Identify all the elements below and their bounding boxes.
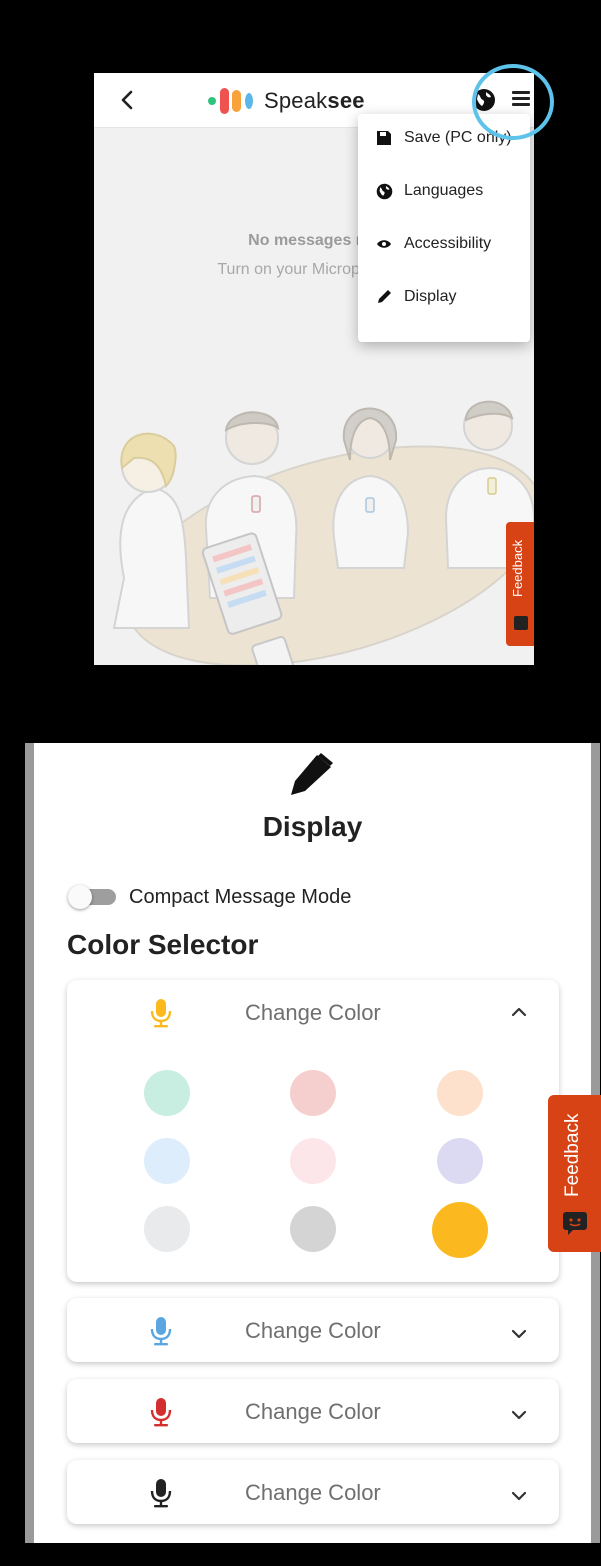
menu-item-languages[interactable]: Languages [358, 171, 530, 211]
color-card-speaker-1: Change Color [67, 980, 559, 1282]
pencil-icon [291, 753, 333, 795]
color-card-speaker-4: Change Color [67, 1460, 559, 1524]
chevron-down-icon [511, 1491, 527, 1501]
color-card-header[interactable]: Change Color [67, 980, 559, 1044]
app-screen-main: Speaksee No messages rec Turn on your Mi… [94, 73, 534, 665]
chevron-down-icon [511, 1410, 527, 1420]
page-title: Display [262, 811, 363, 842]
change-color-label: Change Color [245, 1000, 381, 1025]
feedback-label: Feedback [510, 539, 525, 597]
display-settings-panel: Display Compact Message Mode Color Selec… [34, 743, 591, 1543]
speaksee-logo: Speaksee [206, 85, 365, 117]
globe-icon [473, 89, 495, 111]
brand-name: Speaksee [264, 88, 365, 113]
menu-item-label: Save (PC only) [404, 129, 512, 146]
color-swatch[interactable] [144, 1138, 190, 1184]
section-title: Color Selector [67, 929, 259, 960]
display-settings-screen: Display Compact Message Mode Color Selec… [25, 743, 600, 1543]
color-swatch[interactable] [437, 1138, 483, 1184]
chevron-up-icon [511, 1007, 527, 1017]
change-color-label: Change Color [245, 1399, 381, 1424]
pencil-icon [374, 287, 394, 307]
menu-item-label: Display [404, 288, 457, 305]
color-card-speaker-2: Change Color [67, 1298, 559, 1362]
hamburger-menu-button[interactable] [512, 91, 530, 109]
color-swatch[interactable] [290, 1206, 336, 1252]
color-swatch[interactable] [437, 1070, 483, 1116]
feedback-icon [514, 616, 528, 630]
language-button[interactable] [472, 88, 496, 112]
microphone-icon [150, 1479, 172, 1508]
feedback-tab[interactable]: Feedback [506, 522, 534, 646]
microphone-icon [150, 1317, 172, 1346]
chevron-down-icon [511, 1329, 527, 1339]
logo-mark [208, 88, 253, 114]
people-at-table-illustration [112, 400, 534, 665]
feedback-icon [563, 1212, 587, 1235]
color-card-header[interactable]: Change Color [67, 1379, 559, 1443]
color-swatch[interactable] [144, 1206, 190, 1252]
color-swatch[interactable] [290, 1070, 336, 1116]
change-color-label: Change Color [245, 1318, 381, 1343]
save-icon [374, 128, 394, 148]
feedback-tab[interactable]: Feedback [548, 1095, 601, 1252]
feedback-label: Feedback [562, 1113, 583, 1197]
toggle-thumb [68, 885, 92, 909]
eye-icon [374, 234, 394, 254]
color-card-header[interactable]: Change Color [67, 1298, 559, 1362]
menu-item-display[interactable]: Display [358, 277, 530, 317]
menu-item-save[interactable]: Save (PC only) [358, 118, 530, 158]
compact-mode-label: Compact Message Mode [129, 886, 352, 908]
menu-item-accessibility[interactable]: Accessibility [358, 224, 530, 264]
menu-item-label: Accessibility [404, 235, 492, 252]
back-button[interactable] [116, 87, 138, 113]
hamburger-menu-icon [512, 91, 530, 106]
menu-item-label: Languages [404, 182, 484, 199]
color-swatch-selected[interactable] [432, 1202, 488, 1258]
microphone-icon [150, 1398, 172, 1427]
color-swatch[interactable] [290, 1138, 336, 1184]
color-card-speaker-3: Change Color [67, 1379, 559, 1443]
microphone-icon [150, 999, 172, 1028]
color-swatch[interactable] [144, 1070, 190, 1116]
compact-mode-toggle[interactable] [68, 885, 118, 909]
overflow-menu: Save (PC only) Languages Accessibility D… [358, 114, 530, 342]
change-color-label: Change Color [245, 1480, 381, 1505]
globe-icon [374, 181, 394, 201]
color-card-header[interactable]: Change Color [67, 1460, 559, 1524]
chevron-left-icon [121, 90, 133, 110]
